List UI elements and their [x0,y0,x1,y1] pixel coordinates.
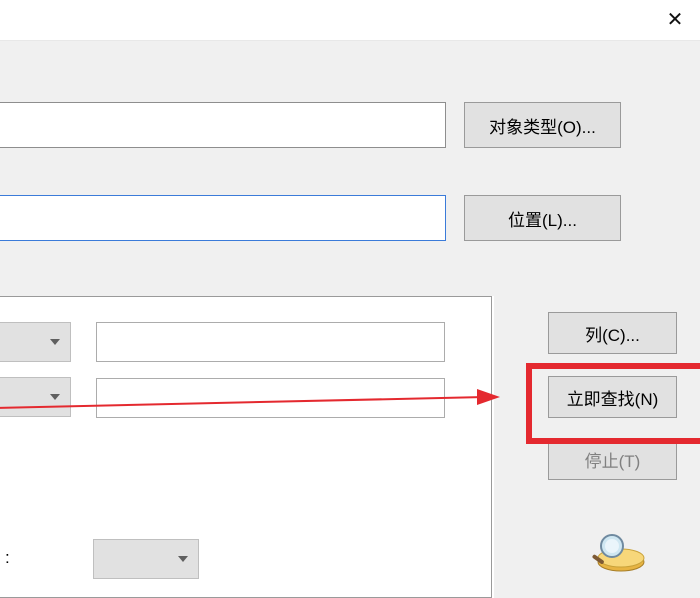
criteria-combo-2[interactable] [0,377,71,417]
object-type-input[interactable] [0,102,446,148]
stop-button[interactable]: 停止(T) [548,438,677,480]
chevron-down-icon [50,394,60,400]
bottom-mark: : [5,548,10,568]
location-button[interactable]: 位置(L)... [464,195,621,241]
bottom-combo[interactable] [93,539,199,579]
titlebar: ✕ [0,0,700,38]
criteria-input-2[interactable] [96,378,445,418]
chevron-down-icon [178,556,188,562]
criteria-input-1[interactable] [96,322,445,362]
search-folder-icon [587,530,647,572]
object-type-button[interactable]: 对象类型(O)... [464,102,621,148]
columns-button[interactable]: 列(C)... [548,312,677,354]
criteria-combo-1[interactable] [0,322,71,362]
close-icon[interactable]: ✕ [663,8,687,32]
chevron-down-icon [50,339,60,345]
location-input[interactable] [0,195,446,241]
highlight-rect [526,363,700,444]
upper-panel [0,41,700,296]
